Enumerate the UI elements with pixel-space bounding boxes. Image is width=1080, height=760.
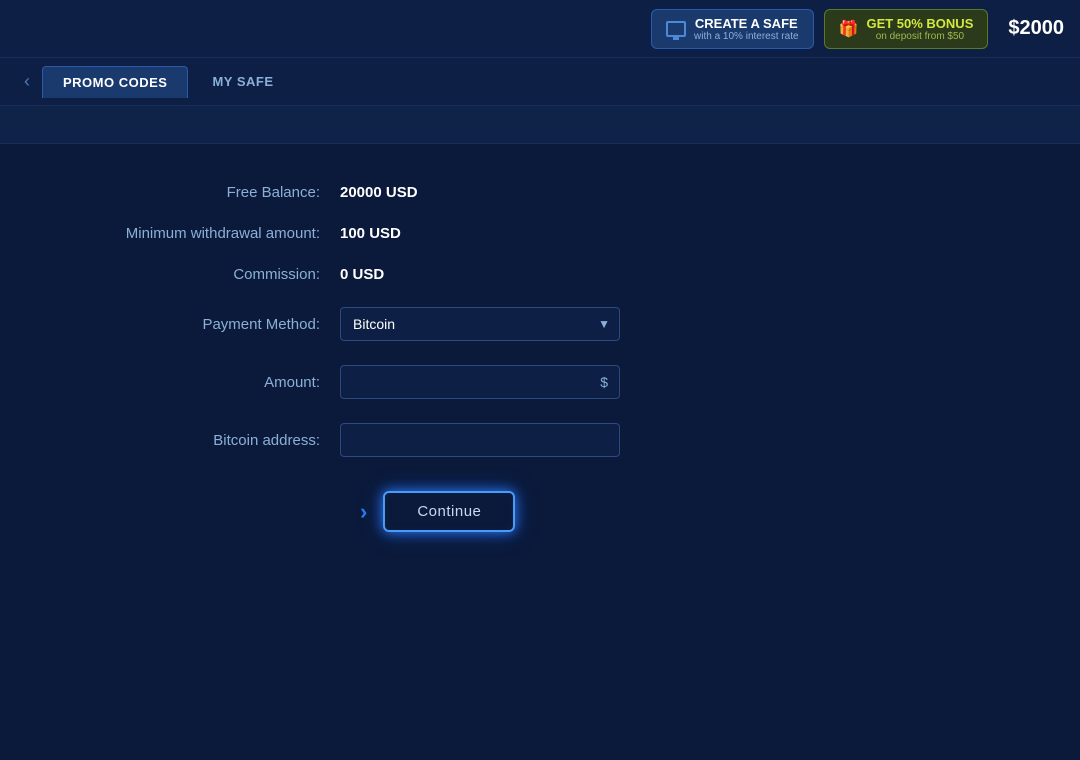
- amount-input-wrapper: $: [340, 365, 620, 399]
- bitcoin-address-row: Bitcoin address:: [80, 423, 1000, 457]
- amount-label: Amount:: [80, 374, 340, 391]
- tab-my-safe[interactable]: MY SAFE: [192, 66, 293, 97]
- payment-method-row: Payment Method: Bitcoin Ethereum Litecoi…: [80, 307, 1000, 341]
- top-bar: CREATE A SAFE with a 10% interest rate 🎁…: [0, 0, 1080, 58]
- tabs-bar: ‹ PROMO CODES MY SAFE: [0, 58, 1080, 106]
- payment-method-select[interactable]: Bitcoin Ethereum Litecoin USD: [340, 307, 620, 341]
- amount-row: Amount: $: [80, 365, 1000, 399]
- payment-method-label: Payment Method:: [80, 316, 340, 333]
- free-balance-row: Free Balance: 20000 USD: [80, 184, 1000, 201]
- free-balance-value: 20000 USD: [340, 184, 418, 201]
- create-safe-sublabel: with a 10% interest rate: [694, 31, 799, 42]
- tab-promo-codes[interactable]: PROMO CODES: [42, 66, 188, 98]
- amount-input[interactable]: [340, 365, 620, 399]
- bonus-button[interactable]: 🎁 GET 50% BONUS on deposit from $50: [824, 9, 989, 49]
- button-row: › Continue: [80, 491, 1000, 532]
- free-balance-label: Free Balance:: [80, 184, 340, 201]
- back-button[interactable]: ‹: [16, 67, 38, 96]
- bonus-sublabel: on deposit from $50: [866, 31, 973, 42]
- create-safe-label: CREATE A SAFE: [694, 16, 799, 31]
- info-bar: [0, 106, 1080, 144]
- main-content: Free Balance: 20000 USD Minimum withdraw…: [0, 144, 1080, 572]
- min-withdrawal-label: Minimum withdrawal amount:: [80, 225, 340, 242]
- monitor-icon: [666, 21, 686, 37]
- payment-method-select-wrapper: Bitcoin Ethereum Litecoin USD ▼: [340, 307, 620, 341]
- balance-display: $2000: [998, 17, 1064, 40]
- bonus-label: GET 50% BONUS: [866, 16, 973, 31]
- commission-label: Commission:: [80, 266, 340, 283]
- commission-row: Commission: 0 USD: [80, 266, 1000, 283]
- min-withdrawal-row: Minimum withdrawal amount: 100 USD: [80, 225, 1000, 242]
- dollar-icon: $: [600, 374, 608, 390]
- commission-value: 0 USD: [340, 266, 384, 283]
- continue-button[interactable]: Continue: [383, 491, 515, 532]
- bitcoin-address-input[interactable]: [340, 423, 620, 457]
- chevron-right-icon: ›: [360, 499, 367, 525]
- min-withdrawal-value: 100 USD: [340, 225, 401, 242]
- gift-icon: 🎁: [839, 19, 859, 39]
- create-safe-button[interactable]: CREATE A SAFE with a 10% interest rate: [651, 9, 814, 49]
- bitcoin-address-label: Bitcoin address:: [80, 432, 340, 449]
